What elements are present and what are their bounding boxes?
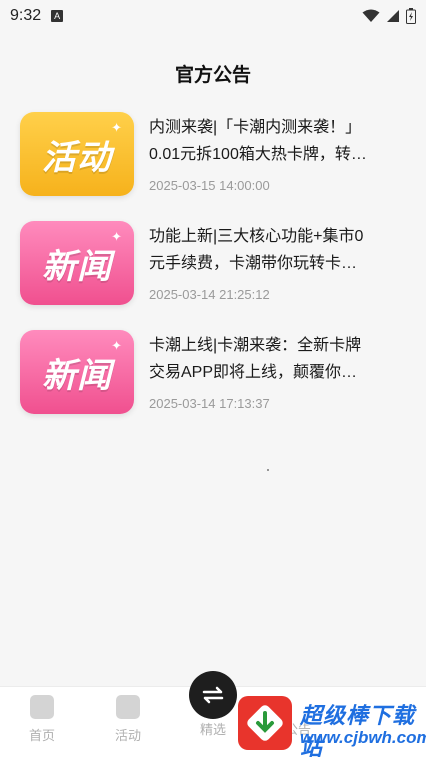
status-time: 9:32 (10, 7, 42, 24)
nav-label: 活动 (114, 728, 141, 743)
loading-dot (267, 469, 269, 471)
news-thumbnail: 新闻 ✦ (20, 221, 134, 305)
nav-item-home[interactable]: 首页 (12, 695, 72, 744)
announcement-date: 2025-03-15 14:00:00 (149, 178, 270, 193)
announcement-excerpt: 0.01元拆100箱大热卡牌，转… (149, 146, 367, 163)
announcement-item[interactable]: 新闻 ✦ 卡潮上线|卡潮来袭：全新卡牌 交易APP即将上线，颠覆你… 2025-… (0, 326, 426, 435)
page-title: 官方公告 (174, 65, 251, 86)
activity-icon (116, 695, 140, 719)
announcement-title: 卡潮上线|卡潮来袭：全新卡牌 (149, 337, 362, 354)
nav-item-activity[interactable]: 活动 (98, 695, 158, 744)
announcement-date: 2025-03-14 21:25:12 (149, 287, 270, 302)
thumbnail-label: 活动 (42, 138, 112, 177)
announcement-summary: 内测来袭|「卡潮内测来袭！」 0.01元拆100箱大热卡牌，转… (149, 114, 389, 168)
sparkle-icon: ✦ (111, 338, 122, 353)
swap-button[interactable] (189, 671, 237, 719)
status-icons (362, 8, 416, 24)
notification-icon: A (51, 10, 64, 22)
home-icon (30, 695, 54, 719)
nav-label: 精选 (199, 722, 226, 737)
status-bar: 9:32 A (0, 0, 426, 32)
announcement-excerpt: 交易APP即将上线，颠覆你… (149, 364, 358, 381)
announcement-summary: 卡潮上线|卡潮来袭：全新卡牌 交易APP即将上线，颠覆你… (149, 332, 389, 386)
sparkle-icon: ✦ (111, 120, 122, 135)
announcement-item[interactable]: 活动 ✦ 内测来袭|「卡潮内测来袭！」 0.01元拆100箱大热卡牌，转… 20… (0, 108, 426, 217)
announcement-item[interactable]: 新闻 ✦ 功能上新|三大核心功能+集市0 元手续费，卡潮带你玩转卡… 2025-… (0, 217, 426, 326)
thumbnail-label: 新闻 (42, 247, 112, 286)
announcement-summary: 功能上新|三大核心功能+集市0 元手续费，卡潮带你玩转卡… (149, 223, 389, 277)
announcement-list: 活动 ✦ 内测来袭|「卡潮内测来袭！」 0.01元拆100箱大热卡牌，转… 20… (0, 108, 426, 435)
wifi-icon (362, 9, 380, 22)
activity-thumbnail: 活动 ✦ (20, 112, 134, 196)
signal-icon (387, 10, 399, 22)
nav-item-featured[interactable]: 精选 (183, 719, 243, 738)
announcement-date: 2025-03-14 17:13:37 (149, 396, 270, 411)
announcement-title: 功能上新|三大核心功能+集市0 (149, 228, 364, 245)
sparkle-icon: ✦ (111, 229, 122, 244)
watermark-url: www.cjbwh.com (300, 728, 426, 747)
watermark-logo-icon (238, 696, 292, 750)
battery-icon (406, 8, 416, 24)
watermark: 超级棒下载站 www.cjbwh.com (236, 692, 426, 757)
announcement-excerpt: 元手续费，卡潮带你玩转卡… (149, 255, 358, 272)
news-thumbnail: 新闻 ✦ (20, 330, 134, 414)
announcement-title: 内测来袭|「卡潮内测来袭！」 (149, 119, 362, 136)
nav-label: 首页 (28, 728, 55, 743)
swap-icon (202, 686, 224, 704)
thumbnail-label: 新闻 (42, 356, 112, 395)
